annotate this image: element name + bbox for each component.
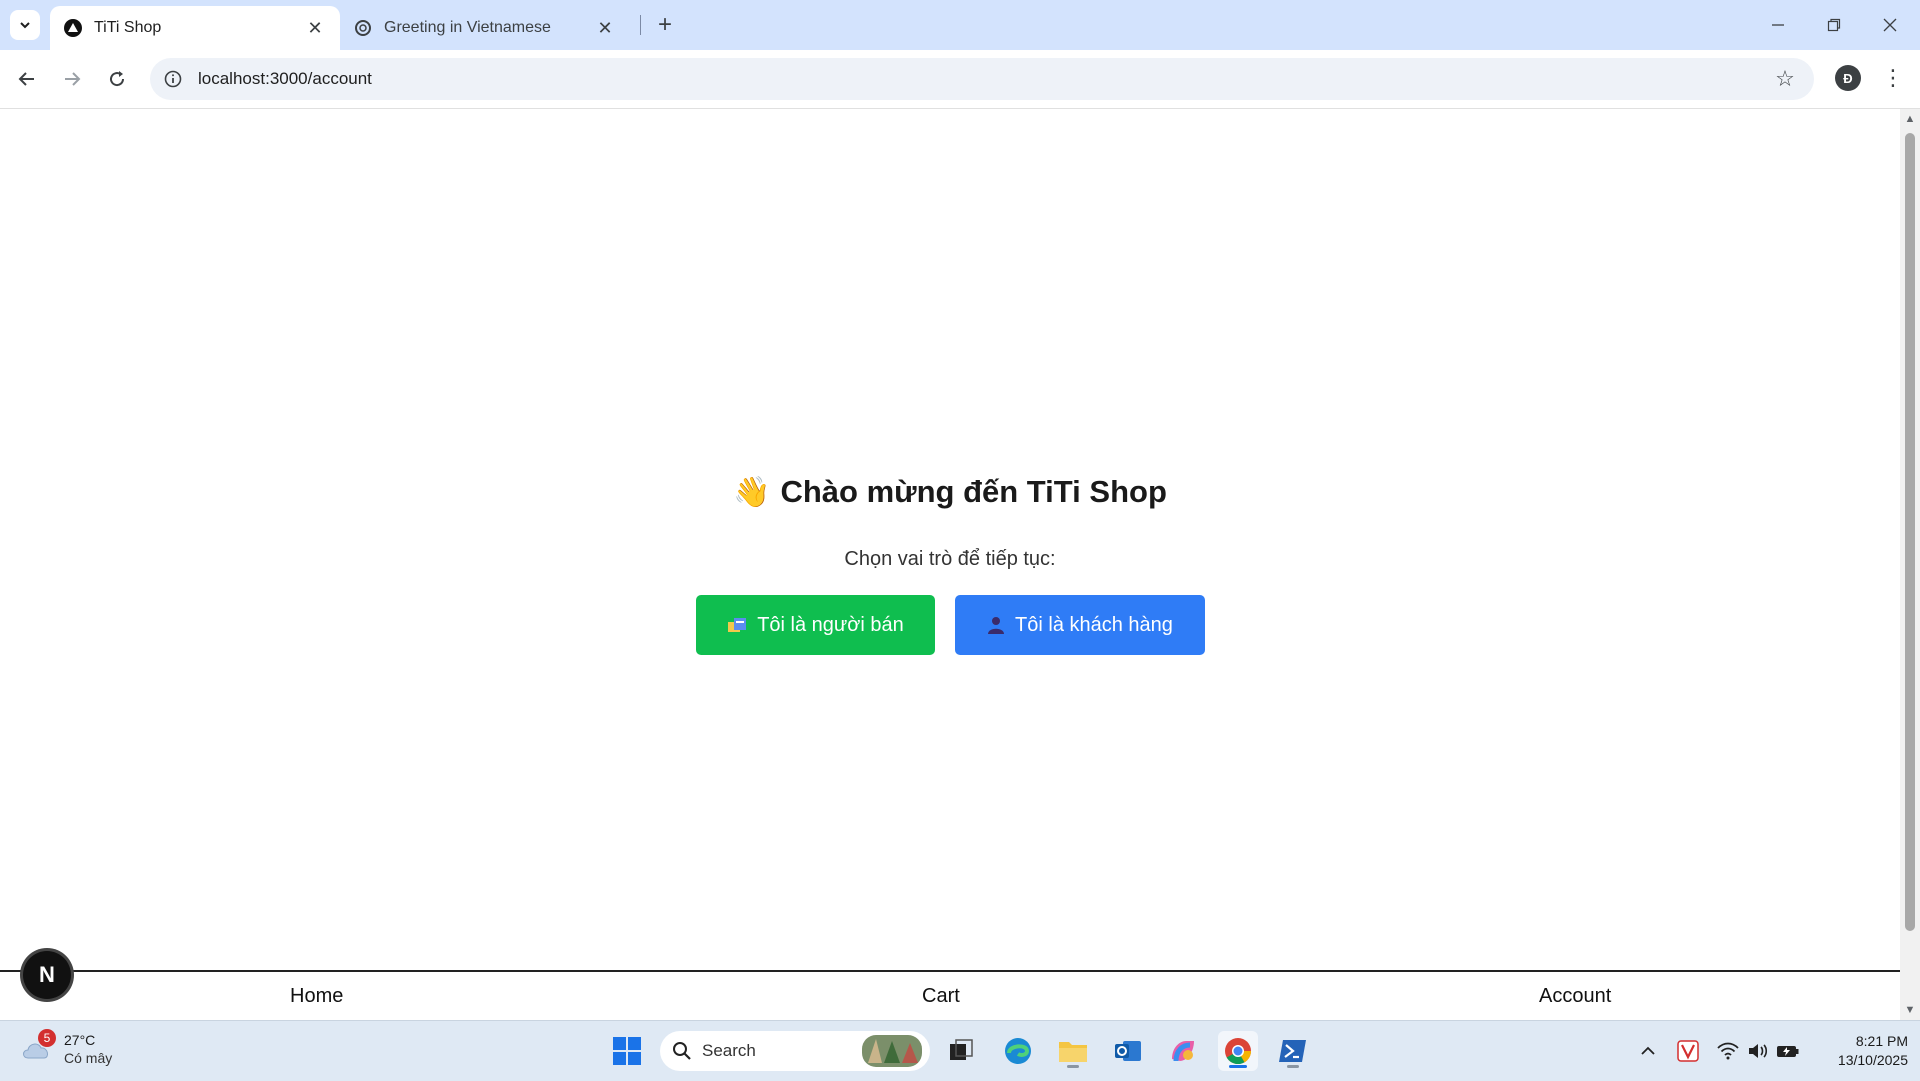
active-indicator — [1229, 1065, 1247, 1068]
battery-tray-button[interactable] — [1773, 1031, 1803, 1071]
task-view-icon — [950, 1039, 973, 1060]
tab-titi-shop[interactable]: TiTi Shop ✕ — [50, 6, 340, 50]
triangle-logo-icon — [64, 19, 82, 37]
tab-title: Greeting in Vietnamese — [384, 19, 551, 36]
wifi-tray-button[interactable] — [1713, 1031, 1743, 1071]
browser-toolbar: localhost:3000/account ☆ Đ ⋮ — [0, 50, 1920, 109]
browser-menu-icon[interactable]: ⋮ — [1878, 63, 1908, 93]
taskbar-search[interactable]: Search — [660, 1031, 930, 1071]
vivaldi-tray-button[interactable] — [1673, 1031, 1703, 1071]
close-tab-icon[interactable]: ✕ — [594, 17, 616, 39]
clock-date: 13/10/2025 — [1837, 1052, 1908, 1068]
battery-charging-icon — [1777, 1046, 1799, 1057]
speaker-icon — [1749, 1044, 1768, 1058]
powershell-icon — [1279, 1040, 1306, 1062]
weather-widget[interactable]: 5 27°C Có mây — [20, 1029, 113, 1067]
chatgpt-logo-icon — [354, 19, 372, 37]
scroll-up-arrow-icon[interactable]: ▲ — [1904, 113, 1916, 125]
arrow-left-icon — [18, 72, 34, 86]
profile-avatar[interactable]: Đ — [1835, 65, 1861, 91]
search-label: Search — [702, 1041, 756, 1060]
page-title-text: Chào mừng đến TiTi Shop — [780, 474, 1167, 509]
clock-time: 8:21 PM — [1855, 1033, 1908, 1049]
chevron-up-icon — [1641, 1046, 1655, 1055]
customer-button-label: Tôi là khách hàng — [1015, 613, 1173, 636]
v-app-icon — [1677, 1040, 1699, 1062]
nav-home-link[interactable]: Home — [290, 985, 343, 1008]
tab-strip: TiTi Shop ✕ Greeting in Vietnamese ✕ + — [0, 0, 1920, 50]
running-indicator — [1287, 1065, 1299, 1068]
close-window-button[interactable] — [1862, 0, 1918, 50]
reload-icon — [110, 71, 125, 87]
file-explorer-taskbar-button[interactable] — [1053, 1031, 1093, 1071]
tab-greeting[interactable]: Greeting in Vietnamese ✕ — [340, 6, 630, 50]
minimize-icon — [1772, 24, 1784, 26]
search-icon — [673, 1042, 691, 1060]
forward-button[interactable] — [53, 60, 91, 98]
tab-title: TiTi Shop — [94, 19, 162, 36]
weather-alert-badge: 5 — [38, 1029, 56, 1047]
start-button[interactable] — [607, 1031, 647, 1071]
tab-search-button[interactable] — [10, 10, 40, 40]
terminal-taskbar-button[interactable] — [1273, 1031, 1313, 1071]
arrow-right-icon — [65, 72, 81, 86]
bookmark-star-icon[interactable]: ☆ — [1770, 64, 1800, 94]
address-bar[interactable]: localhost:3000/account ☆ — [150, 58, 1814, 100]
url-text[interactable]: localhost:3000/account — [198, 69, 1770, 89]
weather-condition: Có mây — [64, 1050, 113, 1066]
folder-icon — [1059, 1042, 1087, 1062]
show-hidden-icons-button[interactable] — [1633, 1031, 1663, 1071]
chrome-icon — [1225, 1038, 1252, 1065]
copilot-taskbar-button[interactable] — [1163, 1031, 1203, 1071]
chevron-down-icon — [20, 22, 30, 29]
restore-icon — [1827, 18, 1841, 32]
page-viewport: 👋 Chào mừng đến TiTi Shop Chọn vai trò để… — [0, 109, 1920, 1020]
nav-cart-link[interactable]: Cart — [922, 985, 960, 1008]
scrollbar-thumb[interactable] — [1905, 133, 1915, 931]
waving-hand-icon: 👋 — [733, 476, 771, 509]
system-clock[interactable]: 8:21 PM 13/10/2025 — [1812, 1032, 1908, 1070]
site-info-icon[interactable] — [162, 68, 184, 90]
running-indicator — [1067, 1065, 1079, 1068]
search-highlight-image — [862, 1035, 922, 1067]
nav-account-link[interactable]: Account — [1539, 985, 1611, 1008]
store-icon — [727, 616, 747, 634]
user-icon — [987, 616, 1005, 634]
role-prompt: Chọn vai trò để tiếp tục: — [844, 548, 1056, 570]
wifi-icon — [1717, 1042, 1739, 1060]
reload-button[interactable] — [98, 60, 136, 98]
bottom-navigation: Home Cart Account — [0, 970, 1900, 1020]
edge-taskbar-button[interactable] — [998, 1031, 1038, 1071]
task-view-button[interactable] — [941, 1031, 981, 1071]
nextjs-dev-badge[interactable]: N — [23, 951, 71, 999]
restore-button[interactable] — [1806, 0, 1862, 50]
page-scrollbar[interactable]: ▲ ▼ — [1900, 109, 1920, 1020]
outlook-icon — [1115, 1041, 1141, 1061]
copilot-icon — [1172, 1041, 1194, 1062]
seller-button[interactable]: Tôi là người bán — [696, 595, 935, 655]
customer-button[interactable]: Tôi là khách hàng — [955, 595, 1205, 655]
outlook-taskbar-button[interactable] — [1108, 1031, 1148, 1071]
tab-separator — [640, 15, 641, 35]
scroll-down-arrow-icon[interactable]: ▼ — [1904, 1004, 1916, 1016]
minimize-button[interactable] — [1750, 0, 1806, 50]
close-icon — [1883, 18, 1897, 32]
page-title: 👋 Chào mừng đến TiTi Shop — [0, 474, 1900, 510]
seller-button-label: Tôi là người bán — [757, 613, 904, 636]
temperature: 27°C — [64, 1032, 96, 1048]
windows-logo-icon — [613, 1037, 641, 1065]
volume-tray-button[interactable] — [1743, 1031, 1773, 1071]
chrome-taskbar-button[interactable] — [1218, 1031, 1258, 1071]
edge-icon — [1005, 1038, 1031, 1064]
close-tab-icon[interactable]: ✕ — [304, 17, 326, 39]
new-tab-button[interactable]: + — [650, 10, 680, 40]
back-button[interactable] — [8, 60, 46, 98]
windows-taskbar: 5 27°C Có mây Search 8:21 PM 13/10/2025 — [0, 1020, 1920, 1081]
